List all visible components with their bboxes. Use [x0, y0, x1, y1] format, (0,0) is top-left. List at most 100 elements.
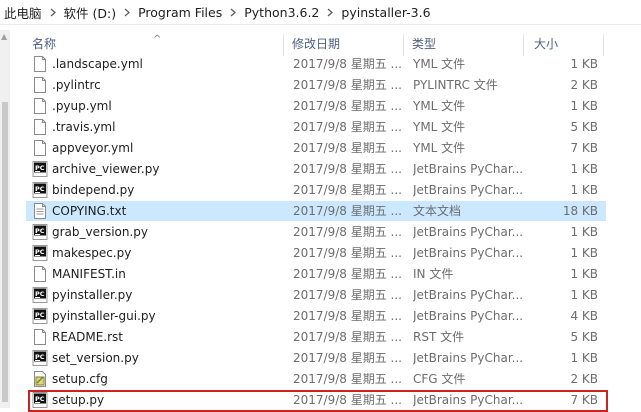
- file-size: 1 KB: [570, 351, 598, 365]
- pycharm-file-icon: PC: [32, 350, 48, 366]
- file-type: JetBrains PyChar...: [413, 351, 524, 365]
- svg-text:PC: PC: [35, 227, 45, 235]
- file-row[interactable]: PC setup.py 2017/9/8 星期五 ... JetBrains PyCh…: [26, 390, 606, 408]
- file-name: setup.py: [52, 393, 105, 407]
- left-scrollbar[interactable]: ▲: [0, 30, 10, 408]
- file-size: 1 KB: [570, 288, 598, 302]
- file-type: JetBrains PyChar...: [413, 288, 524, 302]
- file-type: JetBrains PyChar...: [413, 309, 524, 323]
- pycharm-file-icon: PC: [32, 308, 48, 324]
- file-modified-date: 2017/9/8 星期五 ...: [293, 288, 402, 302]
- file-type: YML 文件: [413, 57, 466, 71]
- file-modified-date: 2017/9/8 星期五 ...: [293, 99, 402, 113]
- file-row[interactable]: appveyor.yml 2017/9/8 星期五 ... YML 文件 7 KB: [26, 138, 606, 158]
- file-row[interactable]: setup.cfg 2017/9/8 星期五 ... CFG 文件 2 KB: [26, 369, 606, 389]
- pycharm-file-icon: PC: [32, 224, 48, 240]
- file-row[interactable]: PC makespec.py 2017/9/8 星期五 ... JetBrains P…: [26, 243, 606, 263]
- file-size: 1 KB: [570, 267, 598, 281]
- file-row[interactable]: .pylintrc 2017/9/8 星期五 ... PYLINTRC 文件 2 KB: [26, 75, 606, 95]
- file-row[interactable]: PC pyinstaller-gui.py 2017/9/8 星期五 ... JetB…: [26, 306, 606, 326]
- file-modified-date: 2017/9/8 星期五 ...: [293, 309, 402, 323]
- file-name: pyinstaller.py: [52, 288, 133, 302]
- file-modified-date: 2017/9/8 星期五 ...: [293, 267, 402, 281]
- file-modified-date: 2017/9/8 星期五 ...: [293, 120, 402, 134]
- file-name: COPYING.txt: [52, 204, 127, 218]
- file-row[interactable]: COPYING.txt 2017/9/8 星期五 ... 文本文档 18 KB: [26, 201, 606, 221]
- file-row[interactable]: PC bindepend.py 2017/9/8 星期五 ... JetBrains …: [26, 180, 606, 200]
- file-row[interactable]: .pyup.yml 2017/9/8 星期五 ... YML 文件 1 KB: [26, 96, 606, 116]
- file-name: .pyup.yml: [52, 99, 112, 113]
- pycharm-file-icon: PC: [32, 245, 48, 261]
- file-modified-date: 2017/9/8 星期五 ...: [293, 330, 402, 344]
- file-size: 1 KB: [570, 183, 598, 197]
- file-type: RST 文件: [413, 330, 465, 344]
- file-modified-date: 2017/9/8 星期五 ...: [293, 57, 402, 71]
- breadcrumb-item[interactable]: Python3.6.2: [242, 5, 321, 20]
- file-name: archive_viewer.py: [52, 162, 160, 176]
- file-type: IN 文件: [413, 267, 454, 281]
- file-row[interactable]: .landscape.yml 2017/9/8 星期五 ... YML 文件 1 KB: [26, 54, 606, 74]
- file-size: 7 KB: [570, 141, 598, 155]
- file-modified-date: 2017/9/8 星期五 ...: [293, 141, 402, 155]
- file-name: .landscape.yml: [52, 57, 143, 71]
- file-list: .landscape.yml 2017/9/8 星期五 ... YML 文件 1 KB…: [22, 54, 607, 408]
- config-file-icon: [32, 371, 48, 387]
- breadcrumb-item[interactable]: 软件 (D:): [62, 3, 119, 22]
- file-name: setup.cfg: [52, 372, 108, 386]
- file-size: 1 KB: [570, 246, 598, 260]
- breadcrumb-item[interactable]: 此电脑: [0, 3, 44, 22]
- text-file-icon: [32, 203, 48, 219]
- file-modified-date: 2017/9/8 星期五 ...: [293, 393, 402, 407]
- chevron-right-icon[interactable]: [44, 6, 62, 19]
- svg-text:PC: PC: [35, 311, 45, 319]
- file-type: YML 文件: [413, 120, 466, 134]
- file-size: 2 KB: [570, 372, 598, 386]
- file-size: 7 KB: [570, 393, 598, 407]
- scroll-up-arrow-icon[interactable]: ▲: [1, 32, 7, 41]
- column-divider[interactable]: [603, 34, 604, 56]
- file-name: .pylintrc: [52, 78, 101, 92]
- file-size: 1 KB: [570, 225, 598, 239]
- breadcrumb: 此电脑 软件 (D:) Program Files Python3.6.2 pyinst…: [0, 0, 641, 25]
- file-row[interactable]: PC set_version.py 2017/9/8 星期五 ... JetBrain…: [26, 348, 606, 368]
- file-name: appveyor.yml: [52, 141, 134, 155]
- file-modified-date: 2017/9/8 星期五 ...: [293, 183, 402, 197]
- file-size: 1 KB: [570, 99, 598, 113]
- generic-file-icon: [32, 77, 48, 93]
- breadcrumb-item[interactable]: Program Files: [136, 5, 224, 20]
- pycharm-file-icon: PC: [32, 161, 48, 177]
- file-name: MANIFEST.in: [52, 267, 126, 281]
- file-modified-date: 2017/9/8 星期五 ...: [293, 78, 402, 92]
- file-row[interactable]: PC pyinstaller.py 2017/9/8 星期五 ... JetBrain…: [26, 285, 606, 305]
- chevron-right-icon[interactable]: [118, 6, 136, 19]
- file-type: JetBrains PyChar...: [413, 225, 524, 239]
- file-type: JetBrains PyChar...: [413, 183, 524, 197]
- generic-file-icon: [32, 140, 48, 156]
- file-type: CFG 文件: [413, 372, 466, 386]
- file-name: set_version.py: [52, 351, 139, 365]
- file-row[interactable]: PC grab_version.py 2017/9/8 星期五 ... JetBrai…: [26, 222, 606, 242]
- scrollbar-thumb[interactable]: [2, 102, 8, 402]
- file-size: 1 KB: [570, 57, 598, 71]
- file-type: YML 文件: [413, 99, 466, 113]
- file-modified-date: 2017/9/8 星期五 ...: [293, 162, 402, 176]
- file-row[interactable]: PC archive_viewer.py 2017/9/8 星期五 ... JetBr…: [26, 159, 606, 179]
- file-name: README.rst: [52, 330, 124, 344]
- file-size: 4 KB: [570, 309, 598, 323]
- breadcrumb-item[interactable]: pyinstaller-3.6: [339, 5, 432, 20]
- file-row[interactable]: .travis.yml 2017/9/8 星期五 ... YML 文件 5 KB: [26, 117, 606, 137]
- chevron-right-icon[interactable]: [224, 6, 242, 19]
- file-type: JetBrains PyChar...: [413, 162, 524, 176]
- file-name: grab_version.py: [52, 225, 149, 239]
- pycharm-file-icon: PC: [32, 392, 48, 408]
- file-name: bindepend.py: [52, 183, 135, 197]
- file-name: pyinstaller-gui.py: [52, 309, 156, 323]
- file-row[interactable]: MANIFEST.in 2017/9/8 星期五 ... IN 文件 1 KB: [26, 264, 606, 284]
- file-type: PYLINTRC 文件: [413, 78, 498, 92]
- file-row[interactable]: README.rst 2017/9/8 星期五 ... RST 文件 5 KB: [26, 327, 606, 347]
- svg-text:PC: PC: [35, 164, 45, 172]
- file-modified-date: 2017/9/8 星期五 ...: [293, 204, 402, 218]
- generic-file-icon: [32, 329, 48, 345]
- chevron-right-icon[interactable]: [321, 6, 339, 19]
- file-modified-date: 2017/9/8 星期五 ...: [293, 351, 402, 365]
